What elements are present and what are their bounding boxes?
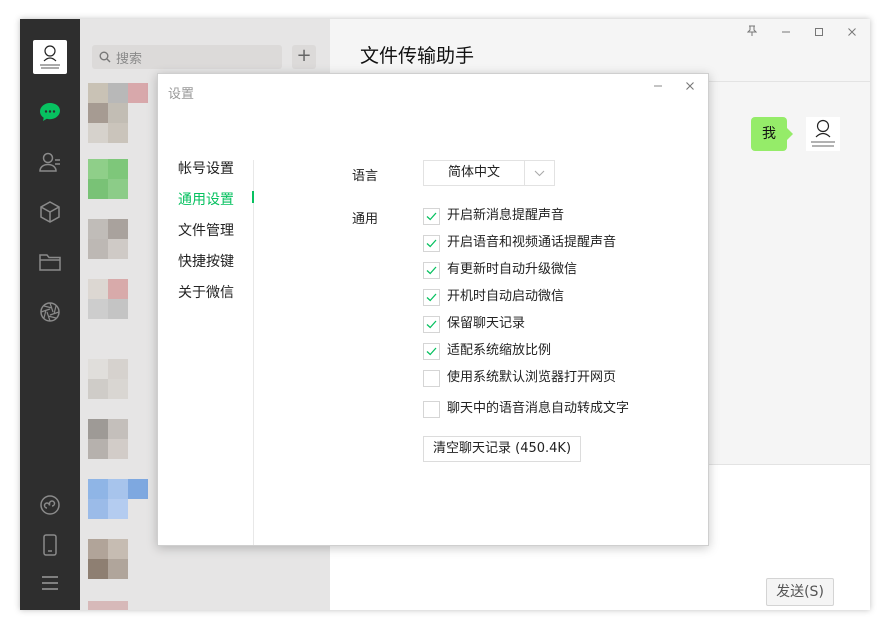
checkbox[interactable] [423, 208, 440, 225]
checkmark-icon [426, 347, 437, 356]
favorites-icon[interactable] [38, 200, 62, 224]
chevron-down-icon [525, 161, 554, 185]
checkbox[interactable] [423, 235, 440, 252]
minimize-icon[interactable] [778, 25, 794, 41]
maximize-icon[interactable] [811, 25, 827, 41]
search-icon [99, 51, 111, 63]
add-chat-button[interactable]: + [292, 45, 316, 69]
checkmark-icon [426, 212, 437, 221]
chat-icon[interactable] [38, 100, 62, 124]
user-avatar[interactable] [33, 40, 67, 74]
checkmark-icon [426, 320, 437, 329]
clear-chat-history-button[interactable]: 清空聊天记录 (450.4K) [423, 436, 582, 462]
settings-dialog: 设置 帐号设置 通用设置 文件管理 快捷按键 关于微信 语言 简体中文 通用 开… [157, 73, 709, 546]
nav-about[interactable]: 关于微信 [178, 282, 234, 302]
nav-active-indicator [252, 191, 254, 203]
miniprogram-icon[interactable] [38, 493, 62, 517]
option-label: 有更新时自动升级微信 [447, 262, 578, 277]
left-sidebar [20, 19, 80, 610]
close-icon[interactable] [844, 25, 860, 41]
checkbox[interactable] [423, 262, 440, 279]
minimize-icon[interactable] [650, 80, 666, 96]
checkbox[interactable] [423, 316, 440, 333]
option-label: 开启语音和视频通话提醒声音 [447, 235, 617, 250]
message-avatar[interactable] [806, 117, 840, 151]
language-value: 简体中文 [447, 165, 500, 180]
close-icon[interactable] [682, 80, 698, 96]
send-button[interactable]: 发送(S) [766, 578, 834, 606]
option-label: 开启新消息提醒声音 [447, 208, 565, 223]
language-select[interactable]: 简体中文 [423, 160, 555, 186]
nav-general-settings[interactable]: 通用设置 [178, 189, 234, 209]
option-label: 聊天中的语音消息自动转成文字 [447, 401, 630, 416]
avatar-sketch-icon [40, 45, 60, 69]
option-label: 使用系统默认浏览器打开网页 [447, 370, 617, 385]
search-placeholder: 搜索 [116, 52, 143, 67]
search-input[interactable]: 搜索 [92, 45, 282, 69]
moments-icon[interactable] [38, 300, 62, 324]
checkbox[interactable] [423, 370, 440, 387]
checkbox[interactable] [423, 343, 440, 360]
phone-icon[interactable] [38, 533, 62, 557]
dialog-title: 设置 [168, 87, 195, 102]
nav-divider [253, 160, 254, 545]
checkmark-icon [426, 266, 437, 275]
contacts-icon[interactable] [38, 150, 62, 174]
checkbox[interactable] [423, 401, 440, 418]
option-label: 保留聊天记录 [447, 316, 526, 331]
nav-file-management[interactable]: 文件管理 [178, 220, 234, 240]
message-bubble[interactable]: 我 [751, 117, 793, 151]
menu-icon[interactable] [38, 571, 62, 595]
plus-icon: + [296, 45, 312, 66]
checkbox[interactable] [423, 289, 440, 306]
nav-account-settings[interactable]: 帐号设置 [178, 158, 234, 178]
nav-shortcuts[interactable]: 快捷按键 [178, 251, 234, 271]
language-label: 语言 [352, 169, 379, 184]
folder-icon[interactable] [38, 250, 62, 274]
checkmark-icon [426, 239, 437, 248]
avatar-sketch-icon [811, 119, 835, 147]
general-label: 通用 [352, 212, 379, 227]
checkmark-icon [426, 293, 437, 302]
chat-title: 文件传输助手 [360, 45, 475, 67]
option-label: 开机时自动启动微信 [447, 289, 565, 304]
option-label: 适配系统缩放比例 [447, 343, 552, 358]
pin-icon[interactable] [744, 25, 760, 41]
